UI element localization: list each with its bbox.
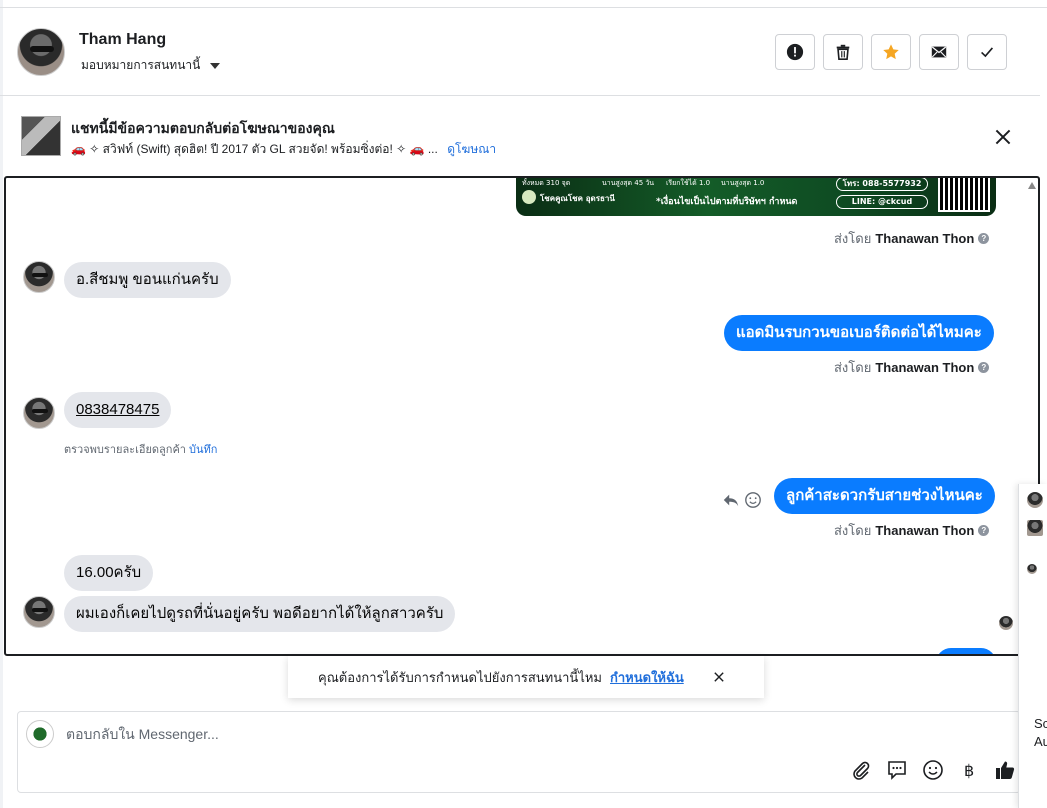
delete-button[interactable] — [823, 34, 863, 70]
detect-text: ตรวจพบรายละเอียดลูกค้า — [64, 444, 186, 456]
emoji-icon[interactable] — [922, 759, 944, 781]
conversation-header: Tham Hang มอบหมายการสนทนานี้ — [0, 8, 1040, 96]
baht-payment-icon[interactable]: ฿ — [958, 759, 980, 781]
info-icon[interactable]: ? — [978, 233, 990, 244]
avatar[interactable] — [23, 261, 55, 293]
phone-number-link[interactable]: 0838478475 — [76, 401, 159, 418]
view-ad-link[interactable]: ดูโฆษณา — [447, 142, 496, 156]
close-icon[interactable] — [712, 670, 726, 684]
save-detail-link[interactable]: บันทึก — [189, 444, 217, 456]
check-icon — [981, 47, 994, 58]
ad-image-text: นานสูงสุด 45 วัน — [602, 179, 655, 187]
thumbs-up-icon[interactable] — [994, 759, 1016, 781]
message-bubble-incoming[interactable]: 0838478475 — [64, 392, 172, 428]
message-bubble-outgoing-partial[interactable] — [936, 648, 996, 654]
message-bubble-outgoing[interactable]: ลูกค้าสะดวกรับสายช่วงไหนคะ — [774, 478, 995, 514]
paperclip-icon[interactable] — [850, 759, 872, 781]
message-thread[interactable]: ทั้งหมด 310 จุด นานสูงสุด 45 วัน เรียกใช… — [4, 176, 1040, 656]
mark-unread-button[interactable] — [919, 34, 959, 70]
sent-by-label: ส่งโดย Thanawan Thon ? — [834, 520, 990, 541]
trash-icon — [836, 44, 850, 61]
sent-by-prefix: ส่งโดย — [834, 360, 872, 375]
saved-replies-icon[interactable] — [886, 759, 908, 781]
thumbnail[interactable] — [1027, 520, 1043, 536]
assign-label: มอบหมายการสนทนานี้ — [81, 58, 201, 72]
dealer-logo — [522, 190, 536, 204]
ad-image-condition: *เงื่อนไขเป็นไปตามที่บริษัทฯ กำหนด — [656, 197, 798, 207]
info-icon[interactable]: ? — [978, 362, 990, 373]
sender-name: Thanawan Thon — [875, 360, 975, 375]
ad-image-text: เรียกใช้ได้ 1.0 — [666, 179, 711, 187]
envelope-icon — [931, 46, 947, 58]
sent-by-prefix: ส่งโดย — [834, 231, 872, 246]
star-button[interactable] — [871, 34, 911, 70]
side-panel-text: Sc — [1034, 716, 1047, 731]
ad-description-text: 🚗 ✧ สวิฟท์ (Swift) สุดฮิต! ปี 2017 ตัว G… — [71, 142, 438, 156]
header-actions — [775, 34, 1007, 70]
message-bubble-incoming[interactable]: 16.00ครับ — [64, 555, 154, 591]
avatar[interactable] — [1027, 492, 1043, 508]
customer-detail-note: ตรวจพบรายละเอียดลูกค้า บันทึก — [64, 440, 217, 458]
avatar[interactable] — [23, 397, 55, 429]
ad-thumbnail[interactable] — [21, 116, 61, 156]
ad-image-text: นานสูงสุด 1.0 — [721, 179, 765, 187]
info-icon[interactable]: ? — [978, 525, 990, 536]
dealer-name: โชคคูณโชค อุดรธานี — [540, 194, 615, 203]
assign-toast: คุณต้องการได้รับการกำหนดไปยังการสนทนานี้… — [288, 656, 764, 698]
contact-name[interactable]: Tham Hang — [79, 31, 166, 49]
avatar — [1027, 564, 1037, 574]
sender-name: Thanawan Thon — [875, 523, 975, 538]
ad-description: 🚗 ✧ สวิฟท์ (Swift) สุดฮิต! ปี 2017 ตัว G… — [71, 140, 496, 159]
avatar[interactable] — [17, 28, 65, 76]
close-icon[interactable] — [992, 126, 1014, 148]
spam-button[interactable] — [775, 34, 815, 70]
ad-image-line: LINE: @ckcud — [836, 195, 928, 209]
svg-text:฿: ฿ — [964, 761, 974, 780]
message-actions — [722, 491, 762, 509]
message-bubble-incoming[interactable]: อ.สีชมพู ขอนแก่นครับ — [64, 262, 231, 298]
mark-done-button[interactable] — [967, 34, 1007, 70]
sent-by-label: ส่งโดย Thanawan Thon ? — [834, 357, 990, 378]
alert-icon — [786, 43, 804, 61]
composer-toolbar: ฿ — [850, 759, 1016, 781]
star-icon — [883, 44, 899, 60]
avatar[interactable] — [23, 596, 55, 628]
read-receipt-avatar — [999, 616, 1013, 630]
message-bubble-incoming[interactable]: ผมเองก็เคยไปดูรถที่นั่นอยู่ครับ พอดีอยาก… — [64, 596, 456, 632]
assign-conversation-dropdown[interactable]: มอบหมายการสนทนานี้ — [81, 56, 221, 75]
sent-by-prefix: ส่งโดย — [834, 523, 872, 538]
ad-reply-notice: แชทนี้มีข้อความตอบกลับต่อโฆษณาของคุณ 🚗 ✧… — [0, 97, 1040, 173]
toast-text: คุณต้องการได้รับการกำหนดไปยังการสนทนานี้… — [318, 669, 602, 685]
qr-code — [938, 178, 990, 212]
ad-notice-title: แชทนี้มีข้อความตอบกลับต่อโฆษณาของคุณ — [71, 120, 335, 136]
side-panel-text: Au — [1034, 734, 1047, 749]
reply-input[interactable]: ตอบกลับใน Messenger... — [66, 724, 219, 746]
reply-composer[interactable]: ตอบกลับใน Messenger... ฿ — [17, 711, 1021, 793]
sent-by-label: ส่งโดย Thanawan Thon ? — [834, 228, 990, 249]
side-chat-panel[interactable]: Sc Au — [1018, 484, 1047, 808]
ad-image-attachment[interactable]: ทั้งหมด 310 จุด นานสูงสุด 45 วัน เรียกใช… — [516, 178, 996, 216]
sender-name: Thanawan Thon — [875, 231, 975, 246]
ad-image-text: ทั้งหมด 310 จุด — [522, 179, 571, 187]
smiley-icon[interactable] — [744, 491, 762, 509]
assign-to-me-link[interactable]: กำหนดให้ฉัน — [610, 667, 684, 688]
scroll-up-arrow[interactable] — [1028, 182, 1036, 189]
message-bubble-outgoing[interactable]: แอดมินรบกวนขอเบอร์ติดต่อได้ไหมคะ — [724, 315, 994, 351]
reply-icon[interactable] — [722, 491, 740, 509]
caret-down-icon — [210, 62, 221, 69]
page-avatar — [26, 720, 54, 748]
ad-image-phone: โทร: 088-5577932 — [836, 178, 928, 191]
